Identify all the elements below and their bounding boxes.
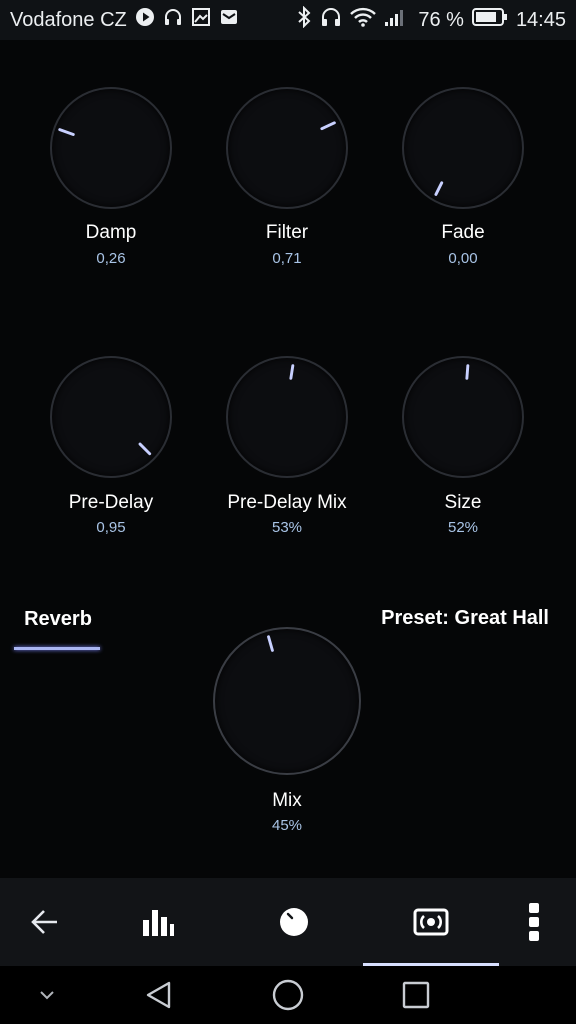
preset-selector[interactable]: Preset: Great Hall: [381, 607, 549, 630]
size-value: 52%: [447, 519, 479, 536]
hide-nav-button[interactable]: [12, 966, 82, 1024]
clock-time: 14:45: [515, 8, 566, 31]
knob-button[interactable]: [254, 878, 334, 966]
more-vertical-icon: [529, 903, 539, 941]
back-button[interactable]: [5, 878, 85, 966]
more-options-button[interactable]: [494, 878, 574, 966]
fade-label: Fade: [441, 222, 485, 243]
back-arrow-icon: [31, 910, 57, 934]
home-circle-icon: [272, 979, 304, 1011]
pre-delay-value: 0,95: [96, 519, 126, 536]
play-icon: [135, 7, 155, 33]
filter-value: 0,71: [272, 250, 302, 267]
nav-back-button[interactable]: [124, 966, 194, 1024]
surround-button[interactable]: [391, 878, 471, 966]
equalizer-icon: [143, 910, 174, 936]
damp-value: 0,26: [96, 250, 126, 267]
signal-icon: [384, 7, 408, 33]
fade-value: 0,00: [448, 250, 478, 267]
damp-label: Damp: [85, 222, 137, 243]
battery-icon: [471, 7, 508, 33]
mix-value: 45%: [271, 817, 303, 834]
bottom-app-bar: [0, 878, 576, 966]
size-label: Size: [444, 492, 482, 513]
equalizer-button[interactable]: [118, 878, 198, 966]
tab-underline: [14, 647, 100, 650]
headphones-icon: [163, 7, 183, 33]
filter-knob[interactable]: [226, 87, 348, 209]
system-nav-bar: [0, 966, 576, 1024]
reverb-screen: Vodafone CZ 76 % 14:45 Damp 0,26 Filter …: [0, 0, 576, 1024]
knob-icon: [280, 908, 308, 936]
size-knob[interactable]: [402, 356, 524, 478]
chevron-down-icon: [40, 991, 54, 1000]
wifi-icon: [350, 7, 377, 33]
battery-percent: 76 %: [418, 8, 464, 31]
pre-delay-mix-label: Pre-Delay Mix: [227, 492, 347, 513]
tab-reverb-label: Reverb: [24, 608, 92, 630]
bluetooth-icon: [296, 5, 312, 34]
recents-square-icon: [402, 981, 430, 1009]
status-bar: Vodafone CZ 76 % 14:45: [0, 0, 576, 40]
status-right: 76 % 14:45: [296, 5, 566, 34]
back-triangle-icon: [146, 981, 171, 1009]
mail-icon: [219, 7, 239, 33]
tab-reverb[interactable]: Reverb: [14, 604, 102, 650]
pre-delay-mix-value: 53%: [271, 519, 303, 536]
fade-knob[interactable]: [402, 87, 524, 209]
pre-delay-label: Pre-Delay: [68, 492, 154, 513]
pre-delay-knob[interactable]: [50, 356, 172, 478]
nav-recents-button[interactable]: [381, 966, 451, 1024]
surround-icon: [413, 908, 449, 936]
carrier-name: Vodafone CZ: [10, 8, 127, 31]
image-icon: [191, 7, 211, 33]
pre-delay-mix-knob[interactable]: [226, 356, 348, 478]
headphones-icon: [320, 7, 342, 33]
damp-knob[interactable]: [50, 87, 172, 209]
mix-label: Mix: [272, 790, 302, 811]
mix-knob[interactable]: [213, 627, 361, 775]
filter-label: Filter: [265, 222, 309, 243]
nav-home-button[interactable]: [253, 966, 323, 1024]
